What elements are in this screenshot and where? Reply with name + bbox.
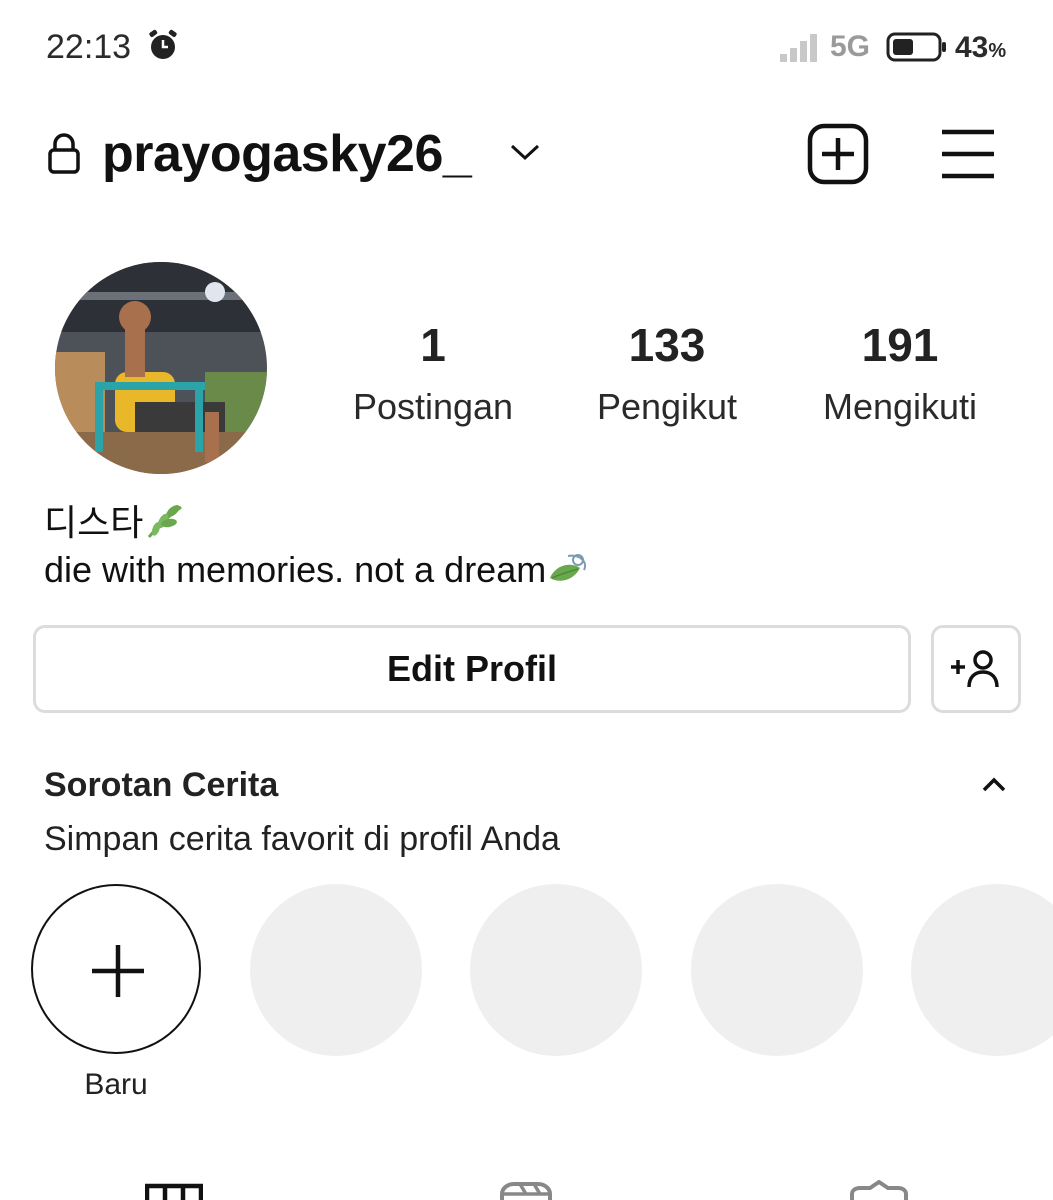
display-name-text: 디스타: [44, 502, 144, 543]
stat-following-label: Mengikuti: [822, 386, 978, 427]
stat-posts-value: 1: [420, 319, 446, 371]
highlights-title: Sorotan Cerita: [44, 766, 279, 804]
discover-people-button[interactable]: [931, 625, 1021, 713]
plus-icon: [92, 945, 144, 997]
stat-following-value: 191: [861, 319, 939, 371]
profile-header: prayogasky26_: [0, 110, 1053, 200]
stat-followers-value: 133: [628, 319, 706, 371]
status-time: 22:13: [46, 28, 132, 66]
add-post-icon[interactable]: [806, 122, 870, 186]
tagged-icon[interactable]: [848, 1180, 910, 1200]
username[interactable]: prayogasky26_: [102, 124, 472, 184]
highlight-placeholder: [250, 884, 422, 1056]
bio: die with memories. not a dream: [44, 548, 590, 591]
stat-posts[interactable]: 1 Postingan: [318, 318, 548, 428]
new-highlight-button[interactable]: [31, 884, 201, 1054]
highlight-placeholder: [691, 884, 863, 1056]
display-name: 디스타: [44, 494, 187, 546]
highlight-placeholder: [911, 884, 1053, 1056]
stat-posts-label: Postingan: [352, 386, 514, 427]
chevron-down-icon[interactable]: [508, 140, 542, 164]
new-highlight-label: Baru: [84, 1068, 148, 1101]
avatar-photo: [55, 262, 267, 474]
highlights-subtitle: Simpan cerita favorit di profil Anda: [44, 820, 560, 858]
herb-icon: [148, 505, 183, 538]
lock-icon: [48, 133, 80, 174]
edit-profile-button[interactable]: Edit Profil: [33, 625, 911, 713]
battery-percent: 43%: [955, 31, 1006, 65]
stat-following[interactable]: 191 Mengikuti: [785, 318, 1015, 428]
signal-icon: [780, 34, 817, 62]
add-person-icon: [951, 650, 999, 688]
bio-text: die with memories. not a dream: [44, 549, 547, 590]
reels-icon[interactable]: [496, 1180, 556, 1200]
alarm-icon: [149, 29, 177, 59]
leaf-fluttering-icon: [550, 554, 587, 581]
highlight-placeholder: [470, 884, 642, 1056]
network-type: 5G: [830, 30, 871, 63]
menu-icon[interactable]: [938, 126, 998, 182]
status-bar: 22:13 5G 43%: [0, 0, 1053, 100]
battery-value: 43: [955, 31, 989, 64]
stat-followers[interactable]: 133 Pengikut: [552, 318, 782, 428]
chevron-up-icon[interactable]: [980, 774, 1008, 796]
avatar[interactable]: [55, 262, 267, 474]
battery-icon: [886, 32, 946, 62]
stat-followers-label: Pengikut: [596, 386, 738, 427]
grid-icon[interactable]: [145, 1180, 203, 1200]
battery-unit: %: [988, 40, 1007, 62]
